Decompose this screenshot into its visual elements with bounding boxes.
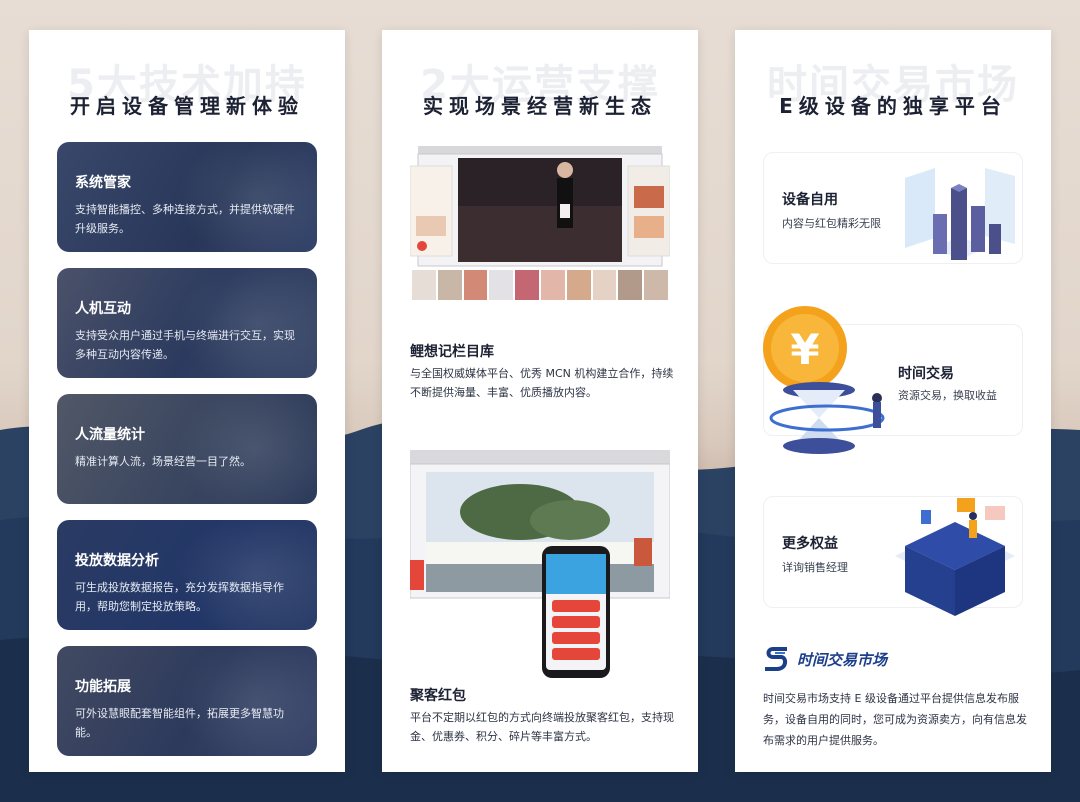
feature-title: 设备自用	[782, 192, 838, 208]
section-title: 聚客红包	[410, 688, 466, 704]
card-traffic: 人流量统计 精准计算人流，场景经营一目了然。	[57, 394, 317, 504]
feature-desc: 详询销售经理	[782, 561, 848, 574]
card-desc: 支持智能播控、多种连接方式，并提供软硬件升级服务。	[75, 203, 295, 235]
isometric-bars-icon	[905, 168, 1015, 260]
panel-time-market: 时间交易市场 E级设备的独享平台 设备自用 内容与红包精彩无限 时间交易 资源交…	[735, 30, 1051, 772]
feature-desc: 内容与红包精彩无限	[782, 217, 881, 230]
thumbnail-strip	[410, 268, 670, 302]
card-desc: 可生成投放数据报告，充分发挥数据指导作用，帮助您制定投放策略。	[75, 581, 284, 613]
svg-text:¥: ¥	[790, 325, 819, 374]
card-system-manager: 系统管家 支持智能播控、多种连接方式，并提供软硬件升级服务。	[57, 142, 317, 252]
card-title: 投放数据分析	[75, 553, 159, 569]
panel-title: 开启设备管理新体验	[70, 94, 304, 118]
section-title: 鲤想记栏目库	[410, 344, 494, 360]
card-extension: 功能拓展 可外设慧眼配套智能组件，拓展更多智慧功能。	[57, 646, 317, 756]
panel-operations: 2大运营支撑 实现场景经营新生态 鲤想记栏目库 与全国权威媒体平台、优秀 MCN…	[382, 30, 698, 772]
card-title: 系统管家	[75, 175, 131, 191]
card-desc: 可外设慧眼配套智能组件，拓展更多智慧功能。	[75, 707, 284, 739]
card-title: 人流量统计	[75, 427, 145, 443]
panel-title: E级设备的独享平台	[779, 94, 1007, 118]
isometric-market-building-icon	[895, 498, 1015, 616]
feature-title: 时间交易	[898, 366, 954, 382]
brand-s-icon	[765, 647, 788, 671]
card-title: 人机互动	[75, 301, 131, 317]
feature-title: 更多权益	[782, 536, 838, 552]
market-description: 时间交易市场支持 E 级设备通过平台提供信息发布服务，设备自用的同时，您可成为资…	[763, 692, 1027, 747]
brand-logo: 时间交易市场	[763, 644, 887, 674]
phone-red-envelope-image	[542, 546, 610, 678]
feature-desc: 资源交易，换取收益	[898, 389, 997, 402]
card-interaction: 人机互动 支持受众用户通过手机与终端进行交互，实现多种互动内容传递。	[57, 268, 317, 378]
card-data-analysis: 投放数据分析 可生成投放数据报告，充分发挥数据指导作用，帮助您制定投放策略。	[57, 520, 317, 630]
section-desc: 平台不定期以红包的方式向终端投放聚客红包，支持现金、优惠券、积分、碎片等丰富方式…	[410, 711, 674, 743]
gold-coin-hourglass-icon: ¥	[763, 306, 885, 454]
brand-name: 时间交易市场	[797, 650, 888, 669]
panel-tech: 5大技术加持 开启设备管理新体验 系统管家 支持智能播控、多种连接方式，并提供软…	[29, 30, 345, 772]
card-desc: 支持受众用户通过手机与终端进行交互，实现多种互动内容传递。	[75, 329, 295, 361]
card-desc: 精准计算人流，场景经营一目了然。	[75, 455, 251, 468]
panel-title: 实现场景经营新生态	[423, 94, 657, 118]
card-title: 功能拓展	[75, 679, 131, 695]
section-desc: 与全国权威媒体平台、优秀 MCN 机构建立合作，持续不断提供海量、丰富、优质播放…	[410, 367, 674, 399]
